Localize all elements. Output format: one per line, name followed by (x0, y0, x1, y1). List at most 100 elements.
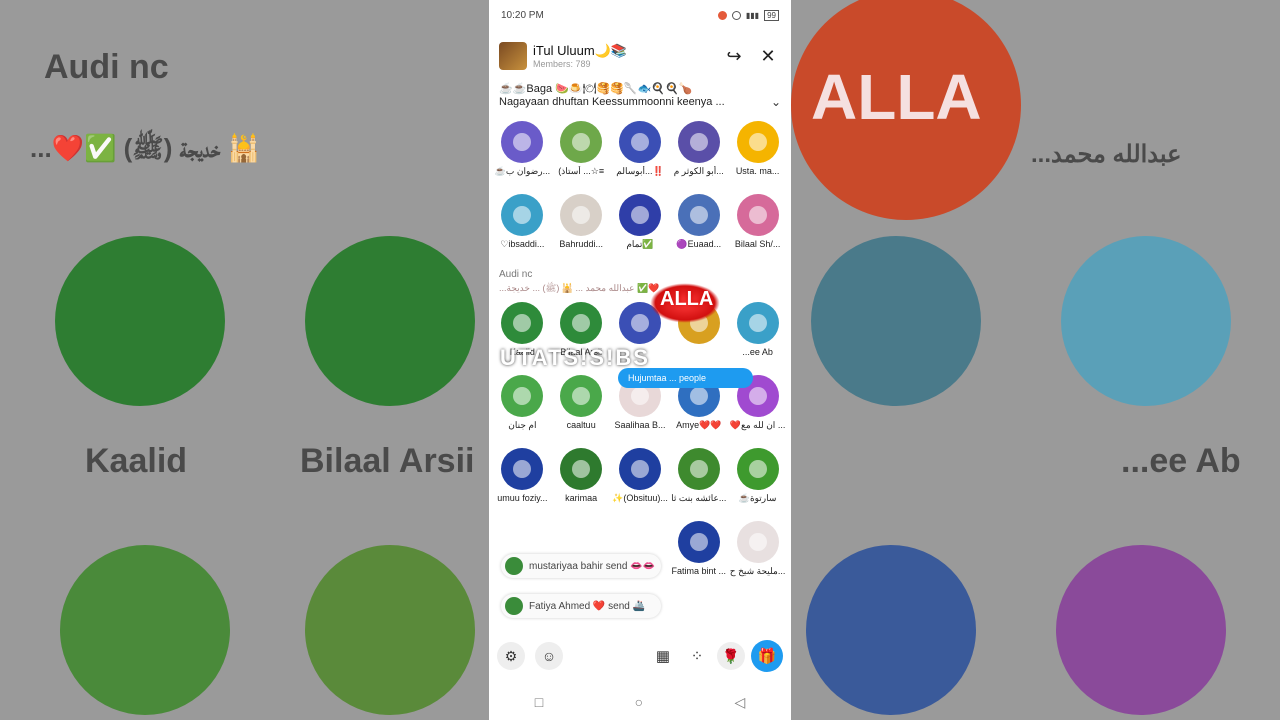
bg-avatar-7 (806, 545, 976, 715)
gift-icon[interactable]: 🎁 (751, 640, 783, 672)
bg-avatar-6 (1061, 236, 1231, 406)
avatar (618, 194, 661, 236)
gift-notice-text: Fatiya Ahmed ❤️ send 🚢 (529, 600, 646, 612)
avatar (677, 194, 720, 236)
announcement-line1: ☕☕Baga 🍉🍮🍽🥞🥞🥄🐟🍳🍳🍗 (499, 83, 693, 95)
manage-icon[interactable]: ⚙ (497, 642, 525, 670)
avatar (677, 521, 720, 563)
audience-label: Audi nc (499, 269, 533, 280)
avatar (560, 302, 603, 344)
audience-name: ...ee Ab (742, 347, 773, 357)
host-seat[interactable]: 🟣Euaad... (669, 190, 728, 263)
audience-name: ✨(Obsituu)... (612, 493, 668, 503)
audience-summary: ...عبدالله محمد ... 🕌 (ﷺ) ... خديجة ✅❤️ (499, 283, 660, 293)
record-icon (717, 10, 727, 20)
audience-name: karimaa (565, 493, 598, 503)
background-left: Audi nc ...❤️✅ خديجة (ﷺ) 🕌 Kaalid Bilaal… (0, 0, 489, 720)
avatar (736, 194, 779, 236)
host-seat[interactable]: أبوسالم...‼️ (611, 117, 670, 190)
bg-audience-line-right: ...عبدالله محمد (1031, 141, 1182, 168)
audience-name: Saalihaa B... (614, 420, 666, 430)
bg-name-bilaal: Bilaal Arsii (300, 442, 475, 480)
bg-avatar-4 (305, 545, 475, 715)
avatar (736, 521, 779, 563)
audience-seat[interactable]: umuu foziy... (493, 444, 552, 517)
host-seat[interactable]: Bahruddi... (552, 190, 611, 263)
apps-icon[interactable]: ⁘ (683, 642, 711, 670)
chevron-down-icon[interactable]: ⌄ (771, 95, 781, 109)
avatar (560, 121, 603, 163)
share-icon[interactable]: ↪ (721, 43, 747, 69)
announcement-line2: Nagayaan dhuftan Keessummoonni keenya ..… (499, 96, 725, 108)
gift-animation-title: ALLA (660, 288, 714, 310)
bg-name-kaalid: Kaalid (85, 442, 188, 480)
avatar (677, 121, 720, 163)
announcement[interactable]: ☕☕Baga 🍉🍮🍽🥞🥞🥄🐟🍳🍳🍗 Nagayaan dhuftan Keess… (489, 82, 791, 109)
audience-seat[interactable]: ...ee Ab (728, 298, 787, 371)
audience-seat[interactable]: ✨(Obsituu)... (611, 444, 670, 517)
host-name: تمام✅ (626, 239, 654, 249)
back-button[interactable]: ◁ (734, 694, 745, 711)
host-seat[interactable]: Bilaal Sh/... (728, 190, 787, 263)
bg-avatar-kaalid (55, 236, 225, 406)
avatar (560, 194, 603, 236)
bg-avatar-8 (1056, 545, 1226, 715)
host-seat[interactable]: Usta. ma... (728, 117, 787, 190)
host-seat[interactable]: ☕رضوان ب... (493, 117, 552, 190)
audience-seat[interactable]: عائشه بنت ثا... (669, 444, 728, 517)
host-seat[interactable]: (أستاذ ...☆≡ (552, 117, 611, 190)
audience-name: عائشه بنت ثا... (671, 493, 727, 503)
audience-grid: Kaalid Bilaal Arsii ...ee Ab ام جنان caaltuu… (489, 298, 791, 590)
bg-avatar-3 (60, 545, 230, 715)
host-name: ☕رضوان ب... (494, 166, 551, 176)
calendar-icon[interactable]: ▦ (649, 642, 677, 670)
avatar (736, 302, 779, 344)
host-seat[interactable]: تمام✅ (611, 190, 670, 263)
recent-apps-button[interactable]: □ (535, 694, 543, 710)
status-bar: 10:20 PM ▮▮▮ 99 (489, 0, 791, 30)
audience-name: caaltuu (566, 420, 596, 430)
bottom-toolbar: ⚙ ☺ ▦ ⁘ 🌹 🎁 (489, 638, 791, 674)
member-count: Members: 789 (533, 59, 591, 69)
status-icons: ▮▮▮ 99 (717, 9, 779, 21)
avatar (560, 375, 603, 417)
avatar (501, 448, 544, 490)
host-name: 🟣Euaad... (676, 239, 722, 249)
host-name: ♡ibsaddi... (500, 239, 545, 249)
audience-seat[interactable]: karimaa (552, 444, 611, 517)
audience-name: ☕سارتوة (738, 493, 777, 503)
group-avatar[interactable] (499, 42, 527, 70)
rose-icon[interactable]: 🌹 (717, 642, 745, 670)
audience-seat[interactable]: caaltuu (552, 371, 611, 444)
status-time: 10:20 PM (501, 9, 544, 21)
gift-notice-text: mustariyaa bahir send 👄👄 (529, 560, 656, 572)
bg-audience-line: ...❤️✅ خديجة (ﷺ) 🕌 (30, 133, 261, 163)
host-grid: ☕رضوان ب... (أستاذ ...☆≡ أبوسالم...‼️ أبو ا… (489, 117, 791, 263)
close-icon[interactable]: ✕ (755, 43, 781, 69)
dnd-icon (731, 10, 741, 20)
emoji-icon[interactable]: ☺ (535, 642, 563, 670)
audience-seat[interactable]: ام جنان (493, 371, 552, 444)
avatar (501, 194, 544, 236)
avatar (501, 121, 544, 163)
host-seat[interactable]: أبو الكوثر م... (669, 117, 728, 190)
audience-name: Amye❤️❤️ (676, 420, 722, 430)
host-seat[interactable]: ♡ibsaddi... (493, 190, 552, 263)
avatar (618, 448, 661, 490)
avatar (736, 448, 779, 490)
audience-name: مليحة شيخ ح... (729, 566, 786, 576)
gift-notice-1: mustariyaa bahir send 👄👄 (501, 554, 661, 578)
gift-animation-chip: Hujumtaa ... people (618, 368, 753, 388)
room-title-block[interactable]: iTul Uluum🌙📚 Members: 789 (533, 43, 713, 69)
gift-sender-avatar (505, 557, 523, 575)
avatar (736, 121, 779, 163)
home-button[interactable]: ○ (635, 694, 643, 710)
audience-seat[interactable]: مليحة شيخ ح... (728, 517, 787, 590)
host-name: Bilaal Sh/... (734, 239, 781, 249)
room-title: iTul Uluum🌙📚 (533, 43, 628, 58)
host-name: (أستاذ ...☆≡ (558, 166, 605, 176)
audience-seat[interactable]: Fatima bint ... (669, 517, 728, 590)
audience-seat[interactable]: ☕سارتوة (728, 444, 787, 517)
gift-sender-avatar (505, 597, 523, 615)
system-nav-bar: □ ○ ◁ (489, 684, 791, 720)
